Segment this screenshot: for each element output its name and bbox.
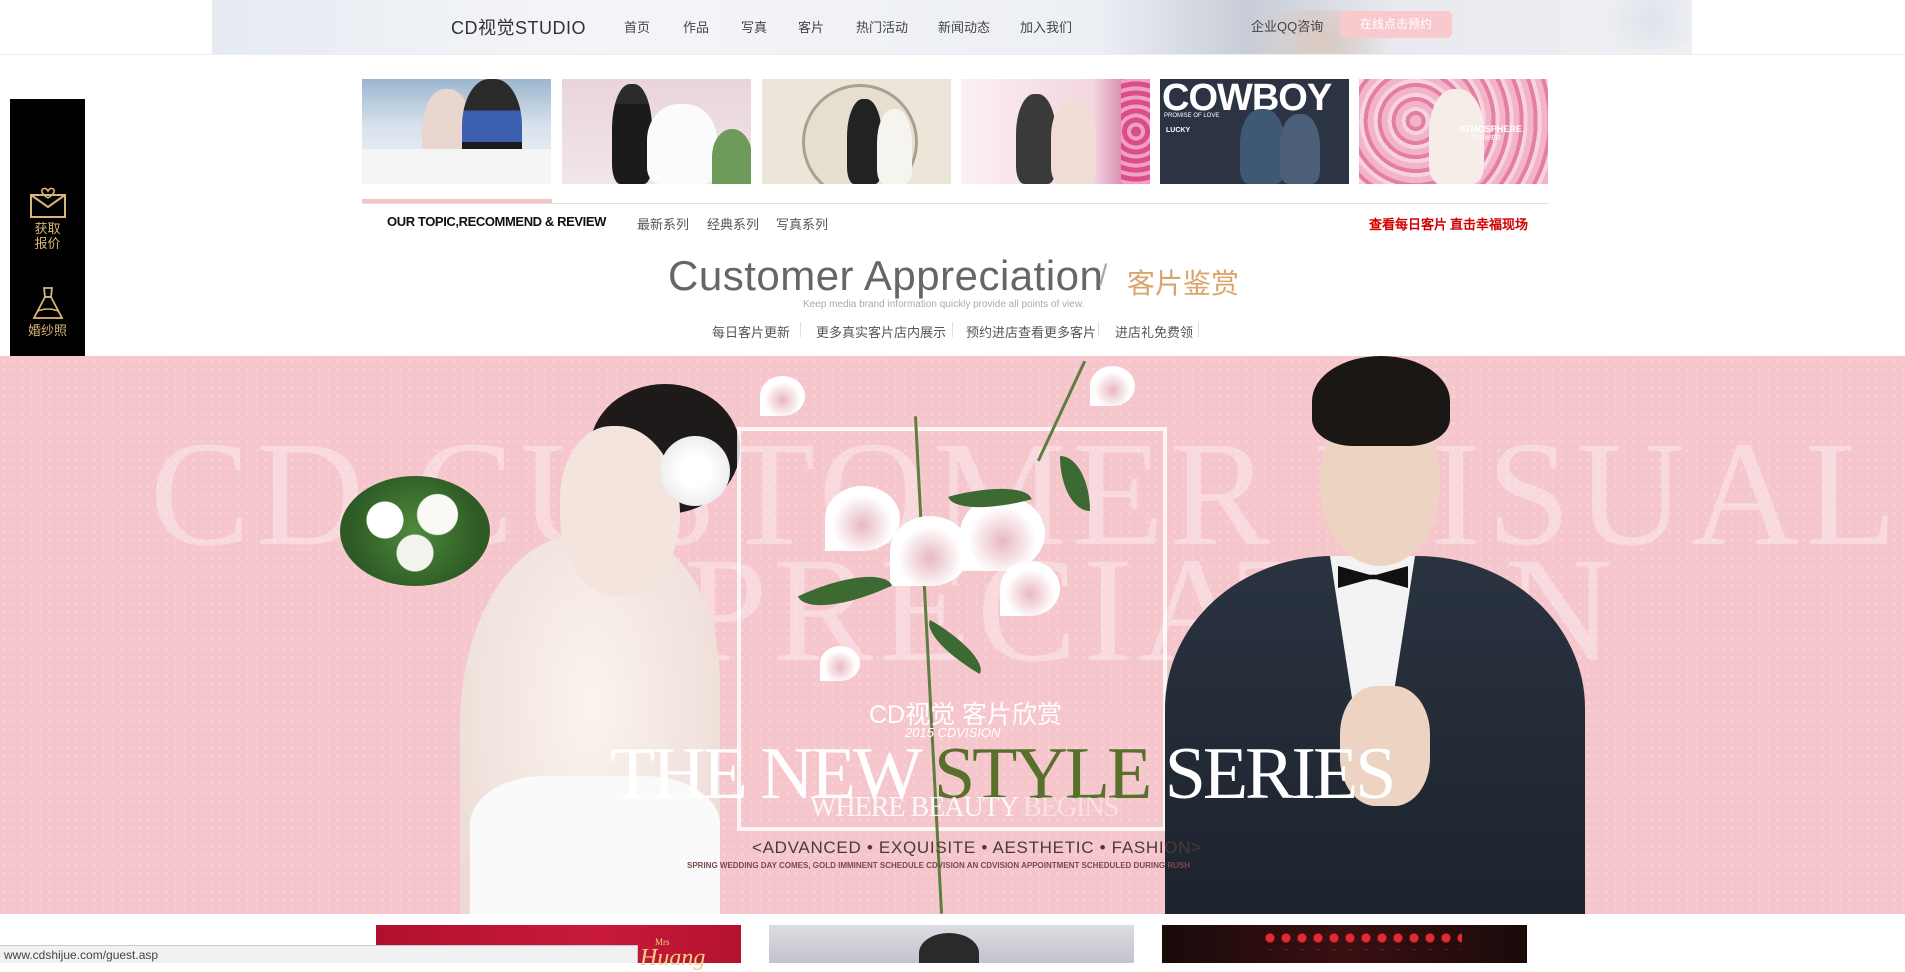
- section-subtitle: Keep media brand information quickly pro…: [803, 299, 1085, 310]
- quote-envelope-icon: [29, 187, 66, 218]
- thumbnail-3[interactable]: [762, 79, 951, 184]
- nav-portrait[interactable]: 写真: [741, 17, 767, 36]
- nav-hot-events[interactable]: 热门活动: [856, 17, 908, 36]
- sidebar-label: 报价: [34, 236, 61, 251]
- heading-separator: /: [1099, 259, 1108, 292]
- bouquet-image: [340, 476, 490, 586]
- banner-tagline: WHERE BEAUTY BEGINS: [810, 792, 1119, 823]
- sidebar-item-quote[interactable]: 获取 报价: [10, 185, 85, 251]
- card-caption-name: Huang: [640, 945, 706, 971]
- subnav-daily-update[interactable]: 每日客片更新: [712, 322, 790, 341]
- nav-home[interactable]: 首页: [624, 17, 650, 36]
- gallery-card-3[interactable]: [1162, 925, 1527, 963]
- hero-banner[interactable]: CD CUSTOMER VISUAL APPRECIATION CD视觉 客片欣…: [0, 356, 1905, 914]
- top-header: CD视觉STUDIO 首页 作品 写真 客片 热门活动 新闻动态 加入我们 企业…: [0, 0, 1905, 55]
- site-logo[interactable]: CD视觉STUDIO: [451, 14, 586, 40]
- qq-consult-link[interactable]: 企业QQ咨询: [1251, 16, 1323, 35]
- subnav-book-visit[interactable]: 预约进店查看更多客片: [966, 322, 1096, 341]
- nav-join-us[interactable]: 加入我们: [1020, 17, 1072, 36]
- happy-scene-link[interactable]: 直击幸福现场: [1450, 214, 1528, 233]
- nav-news[interactable]: 新闻动态: [938, 17, 990, 36]
- gallery-card-2[interactable]: [769, 925, 1134, 963]
- thumbnail-1[interactable]: [362, 79, 551, 184]
- banner-keywords: <ADVANCED • EXQUISITE • AESTHETIC • FASH…: [752, 838, 1202, 857]
- series-portrait[interactable]: 写真系列: [776, 214, 828, 233]
- thumbnail-6[interactable]: ATMOSPHERE FLOWER: [1359, 79, 1548, 184]
- banner-fineprint: SPRING WEDDING DAY COMES, GOLD IMMINENT …: [687, 861, 1190, 870]
- section-heading: Customer Appreciation: [668, 252, 1104, 299]
- thumbnail-2[interactable]: [562, 79, 751, 184]
- sidebar-label: 获取: [34, 221, 61, 236]
- series-latest[interactable]: 最新系列: [637, 214, 689, 233]
- online-booking-button[interactable]: 在线点击预约: [1340, 11, 1452, 38]
- sidebar-item-wedding[interactable]: 婚纱照: [10, 285, 85, 338]
- daily-client-photos-link[interactable]: 查看每日客片: [1369, 214, 1447, 233]
- series-classic[interactable]: 经典系列: [707, 214, 759, 233]
- subnav-in-store[interactable]: 更多真实客片店内展示: [816, 322, 946, 341]
- subnav-free-gift[interactable]: 进店礼免费领: [1115, 322, 1193, 341]
- thumbnail-4[interactable]: [961, 79, 1150, 184]
- topic-title: OUR TOPIC,RECOMMEND & REVIEW: [387, 214, 606, 229]
- nav-works[interactable]: 作品: [683, 17, 709, 36]
- lily-flower: [825, 486, 900, 551]
- divider: [362, 203, 1549, 204]
- thumbnail-5[interactable]: COWBOY PROMISE OF LOVE LUCKY: [1160, 79, 1349, 184]
- nav-client-photos[interactable]: 客片: [798, 17, 824, 36]
- wedding-dress-icon: [32, 287, 63, 319]
- sidebar-label: 婚纱照: [27, 323, 67, 338]
- section-heading-cn: 客片鉴赏: [1127, 268, 1240, 299]
- browser-status-bar: www.cdshijue.com/guest.asp: [0, 945, 638, 963]
